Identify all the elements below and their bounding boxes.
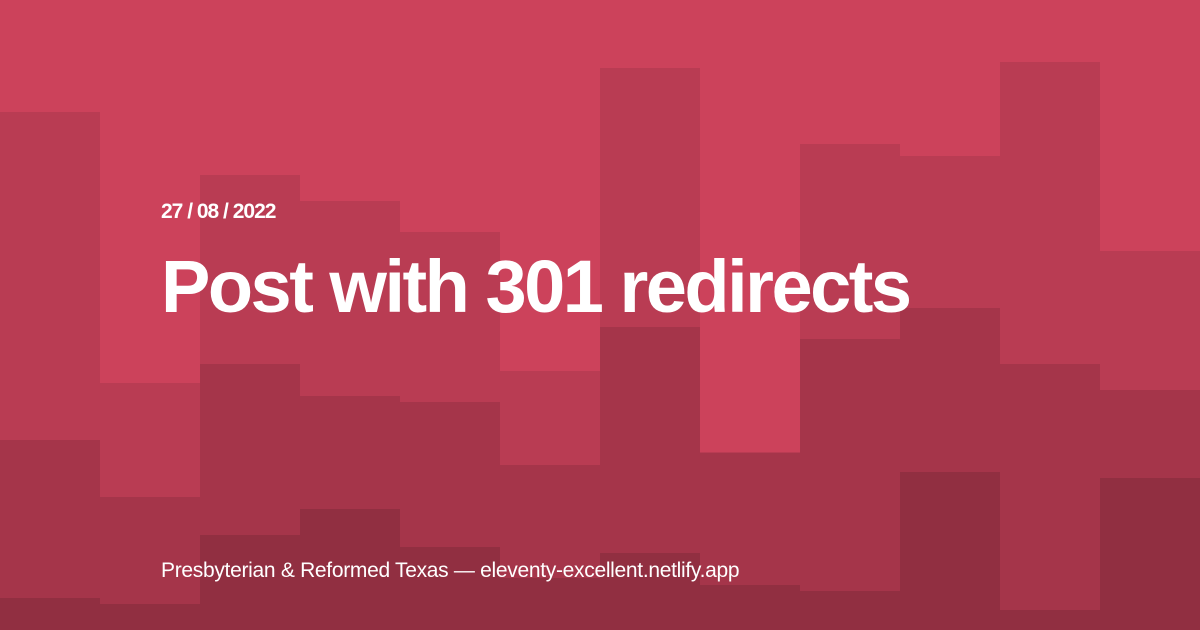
- post-title: Post with 301 redirects: [161, 245, 912, 328]
- site-footer: Presbyterian & Reformed Texas — eleventy…: [161, 559, 740, 582]
- post-date: 27 / 08 / 2022: [161, 200, 276, 223]
